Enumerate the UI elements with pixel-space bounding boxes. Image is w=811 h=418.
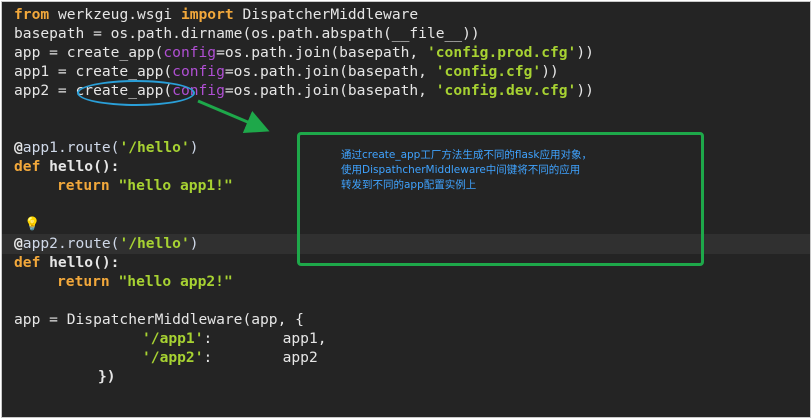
code-text: hello(): <box>40 158 120 175</box>
code-line-14: '/app2': app2 <box>2 348 810 368</box>
code-text: )) <box>576 82 594 99</box>
keyword: from <box>14 6 50 23</box>
code-text: app = create_app( <box>14 44 164 61</box>
code-text: app = DispatcherMiddleware(app, { <box>14 311 304 328</box>
annotation-text: 通过create_app工厂方法生成不同的flask应用对象， 使用Dispat… <box>341 149 592 191</box>
string-literal: '/hello' <box>119 235 190 252</box>
code-line-2: basepath = os.path.dirname(os.path.abspa… <box>2 24 810 44</box>
code-text: }) <box>98 368 116 385</box>
highlight-ellipse <box>77 80 195 106</box>
code-line-13: '/app1': app1, <box>2 329 810 349</box>
string-literal: 'config.cfg' <box>435 63 542 80</box>
code-text: : app1, <box>203 330 327 347</box>
string-literal: 'config.dev.cfg' <box>435 82 577 99</box>
string-literal: '/app1' <box>142 330 204 347</box>
code-line-3: app = create_app(config=os.path.join(bas… <box>2 43 810 63</box>
code-text: ) <box>189 235 199 252</box>
code-text: ) <box>189 139 199 156</box>
code-line-12: app = DispatcherMiddleware(app, { <box>2 310 810 330</box>
code-text: basepath = os.path.dirname(os.path.abspa… <box>14 25 480 42</box>
code-line-4: app1 = create_app(config=os.path.join(ba… <box>2 62 810 82</box>
keyword: return <box>57 177 110 194</box>
code-text: =os.path.join(basepath, <box>224 63 436 80</box>
code-text: app1.route( <box>22 139 120 156</box>
decorator-at: @ <box>14 235 23 252</box>
string-literal: '/app2' <box>142 349 204 366</box>
string-literal: "hello app2!" <box>109 273 233 290</box>
code-editor[interactable]: from werkzeug.wsgi import DispatcherMidd… <box>2 2 810 417</box>
code-text: DispatcherMiddleware <box>233 6 419 23</box>
lightbulb-icon[interactable]: 💡 <box>24 217 40 233</box>
keyword: def <box>14 158 41 175</box>
code-text: )) <box>541 63 559 80</box>
code-line-11: return "hello app2!" <box>2 272 810 292</box>
code-text: =os.path.join(basepath, <box>216 44 427 61</box>
code-text: app2.route( <box>22 235 120 252</box>
code-line-1: from werkzeug.wsgi import DispatcherMidd… <box>2 5 810 25</box>
string-literal: '/hello' <box>119 139 190 156</box>
code-text: : app2 <box>203 349 318 366</box>
screenshot-frame: from werkzeug.wsgi import DispatcherMidd… <box>1 1 811 418</box>
code-text: werkzeug.wsgi <box>49 6 181 23</box>
param-name: config <box>172 63 225 80</box>
decorator-at: @ <box>14 139 23 156</box>
keyword: return <box>57 273 110 290</box>
param-name: config <box>163 44 217 61</box>
keyword: import <box>180 6 234 23</box>
code-text: )) <box>576 44 594 61</box>
string-literal: 'config.prod.cfg' <box>426 44 577 61</box>
string-literal: "hello app1!" <box>109 177 233 194</box>
code-line-15: }) <box>2 367 810 387</box>
keyword: def <box>14 254 41 271</box>
code-text: =os.path.join(basepath, <box>224 82 436 99</box>
code-text: hello(): <box>40 254 120 271</box>
code-text: app1 = create_app( <box>14 63 173 80</box>
